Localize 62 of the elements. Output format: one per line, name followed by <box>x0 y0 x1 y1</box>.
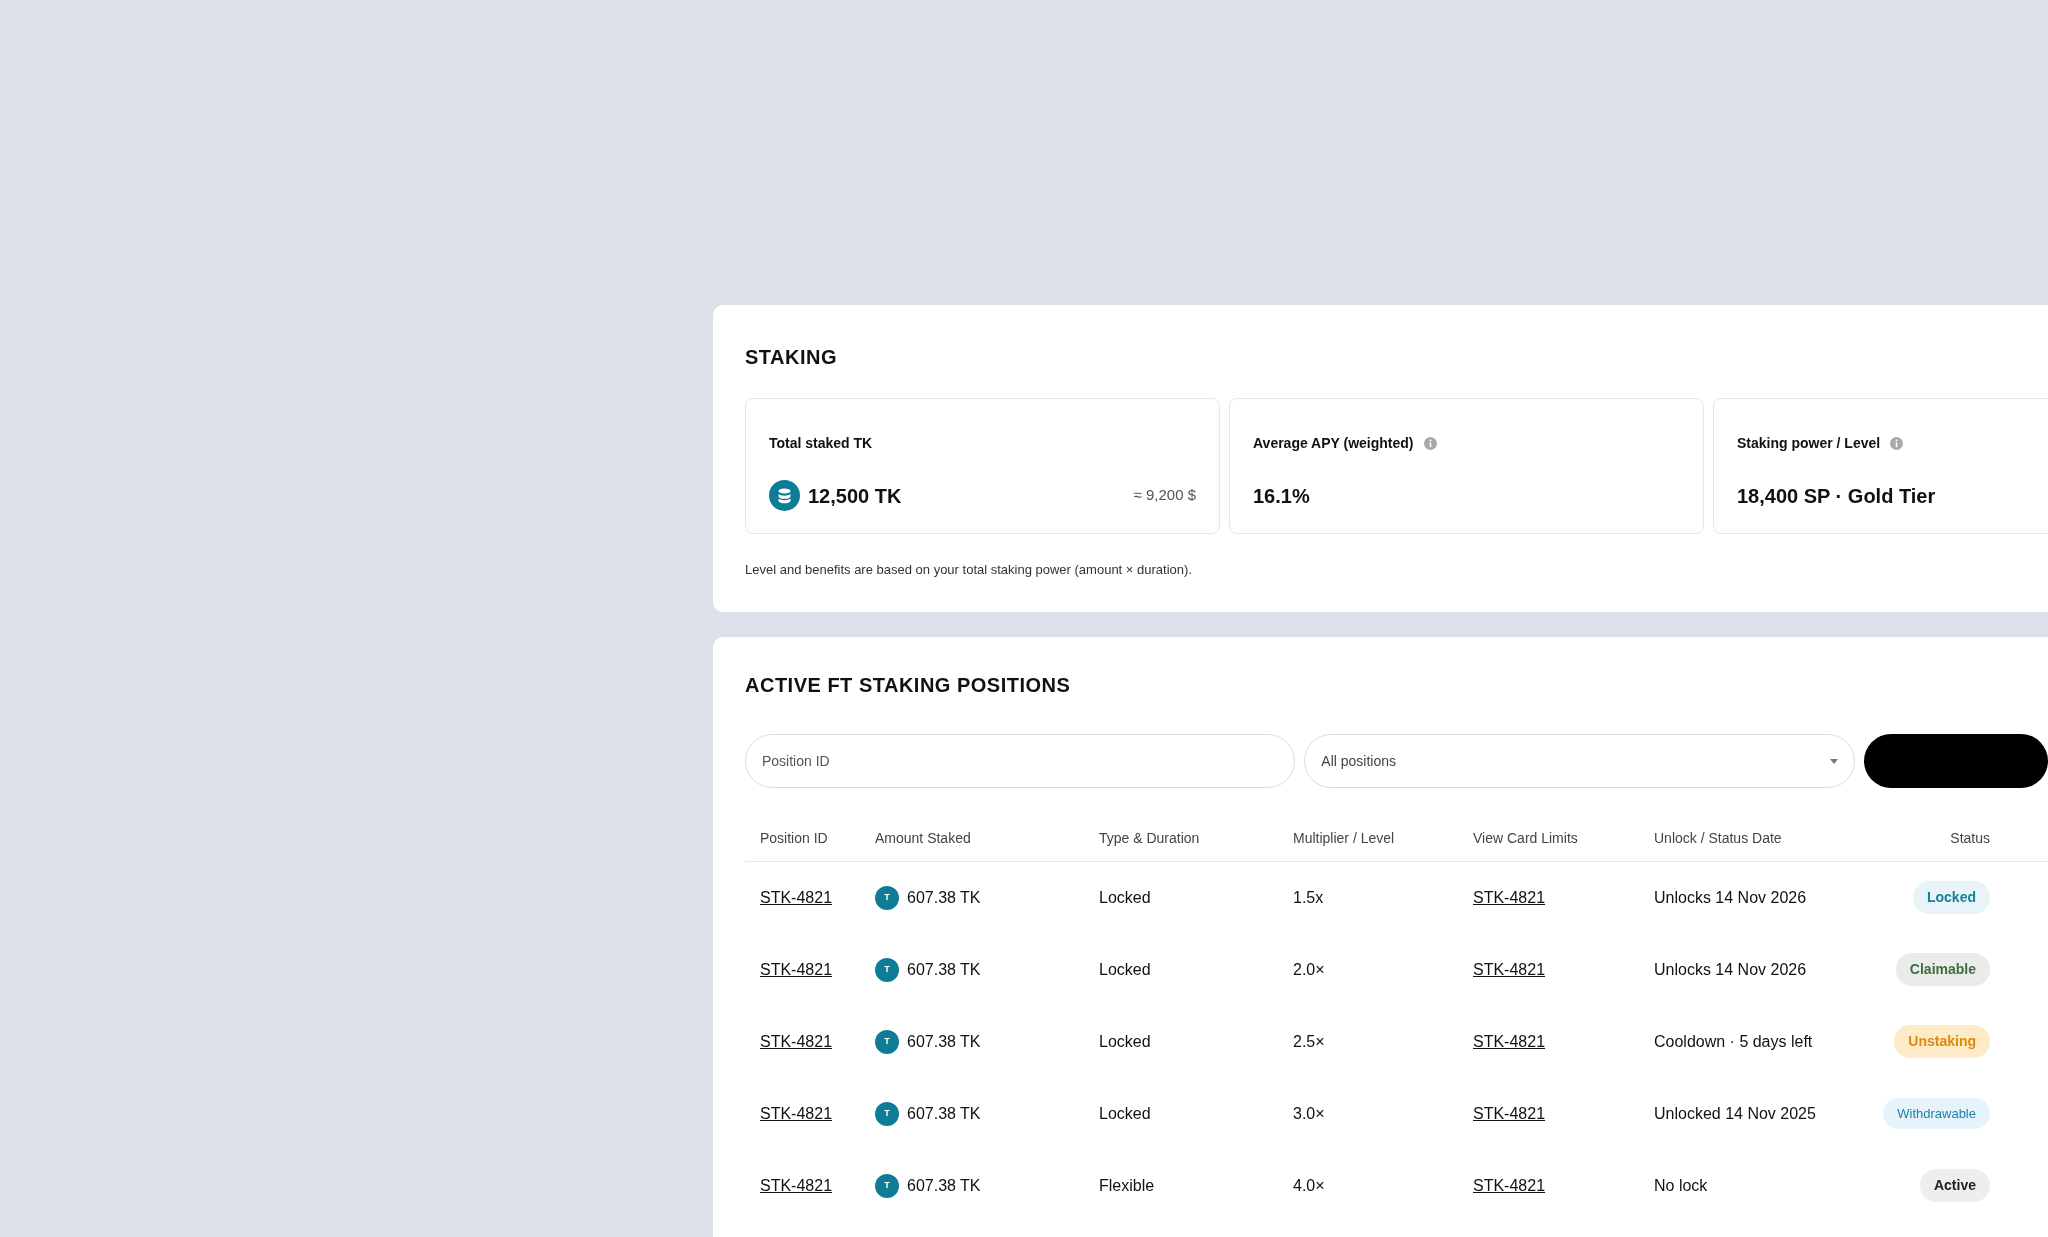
table-cell: Flexible <box>1099 1149 1293 1222</box>
amount-text: 607.38 TK <box>907 960 981 978</box>
column-header: View Card Limits <box>1473 828 1654 862</box>
card-limits-link[interactable]: STK-4821 <box>1473 888 1546 906</box>
stat-value: 18,400 SP · Gold Tier <box>1737 483 1936 509</box>
amount-text: 607.38 TK <box>907 1104 981 1122</box>
amount-text: 607.38 TK <box>907 1176 981 1194</box>
card-limits-link[interactable]: STK-4821 <box>1473 1176 1546 1194</box>
stat-label: Total staked TK <box>769 434 873 453</box>
stat-value: 16.1% <box>1253 483 1310 509</box>
search-field[interactable]: Position ID <box>745 734 1296 788</box>
position-link[interactable]: STK-4821 <box>760 1104 833 1122</box>
table-cell-text: Unlocks 14 Nov 2026 <box>1654 959 1808 980</box>
table-cell: 1.5x <box>1293 861 1473 934</box>
column-header: Multiplier / Level <box>1293 828 1473 862</box>
table-cell: 4.0× <box>1293 1149 1473 1222</box>
position-link[interactable]: STK-4821 <box>760 1032 833 1050</box>
amount-text: 607.38 TK <box>907 1032 981 1050</box>
table-cell-text: Cooldown · 5 days left <box>1654 1031 1814 1052</box>
caret-icon <box>1829 758 1838 764</box>
card-limits-link[interactable]: STK-4821 <box>1473 1032 1546 1050</box>
column-header: Unlock / Status Date <box>1654 828 1850 862</box>
section-title: STAKING <box>745 345 838 369</box>
status-badge: Locked <box>1913 881 1990 915</box>
amount-text: 607.38 TK <box>907 889 981 907</box>
column-header: Amount Staked <box>875 828 1099 862</box>
card-limits-link[interactable]: STK-4821 <box>1473 1104 1546 1122</box>
stat-label: Staking power / Level <box>1737 434 1881 453</box>
token-icon: T <box>875 1029 899 1054</box>
table-cell: 3.0× <box>1293 1077 1473 1150</box>
column-header: Status <box>1849 828 2048 862</box>
coin-stack-icon <box>769 480 800 511</box>
status-badge: Claimable <box>1895 953 1990 986</box>
fiat-value: ≈ 9,200 $ <box>1133 485 1196 506</box>
table-cell: 2.5× <box>1293 1005 1473 1078</box>
token-icon: T <box>875 1173 899 1198</box>
stat-label: Average APY (weighted) <box>1253 434 1414 453</box>
table-cell-text: Unlocked 14 Nov 2025 <box>1654 1103 1817 1124</box>
table-cell: Unlocks 14 Nov 2026 <box>1654 861 1850 934</box>
table-cell: Locked <box>1099 933 1293 1006</box>
table-cell: Locked <box>1099 861 1293 934</box>
position-link[interactable]: STK-4821 <box>760 960 833 978</box>
status-badge: Unstaking <box>1894 1025 1990 1058</box>
status-badge: Withdrawable <box>1883 1097 1990 1130</box>
section-title: ACTIVE FT STAKING POSITIONS <box>745 673 1072 697</box>
card-limits-link[interactable]: STK-4821 <box>1473 960 1546 978</box>
column-header: Position ID <box>745 828 875 862</box>
token-icon: T <box>875 886 899 911</box>
stat-value: 12,500 TK <box>808 483 902 509</box>
token-icon: T <box>875 1101 899 1126</box>
token-icon: T <box>875 957 899 982</box>
status-badge: Active <box>1919 1169 1990 1202</box>
filter-dropdown[interactable]: All positions <box>1304 734 1855 788</box>
position-link[interactable]: STK-4821 <box>760 1176 833 1194</box>
table-cell-text: No lock <box>1654 1175 1709 1196</box>
position-link[interactable]: STK-4821 <box>760 888 833 906</box>
table-cell: Locked <box>1099 1005 1293 1078</box>
table-cell: 2.0× <box>1293 933 1473 1006</box>
action-button[interactable] <box>1863 734 2048 788</box>
info-note: Level and benefits are based on your total staking power (amount × duration). <box>745 561 1193 579</box>
table-cell: Locked <box>1099 1077 1293 1150</box>
column-header: Type & Duration <box>1099 828 1293 862</box>
